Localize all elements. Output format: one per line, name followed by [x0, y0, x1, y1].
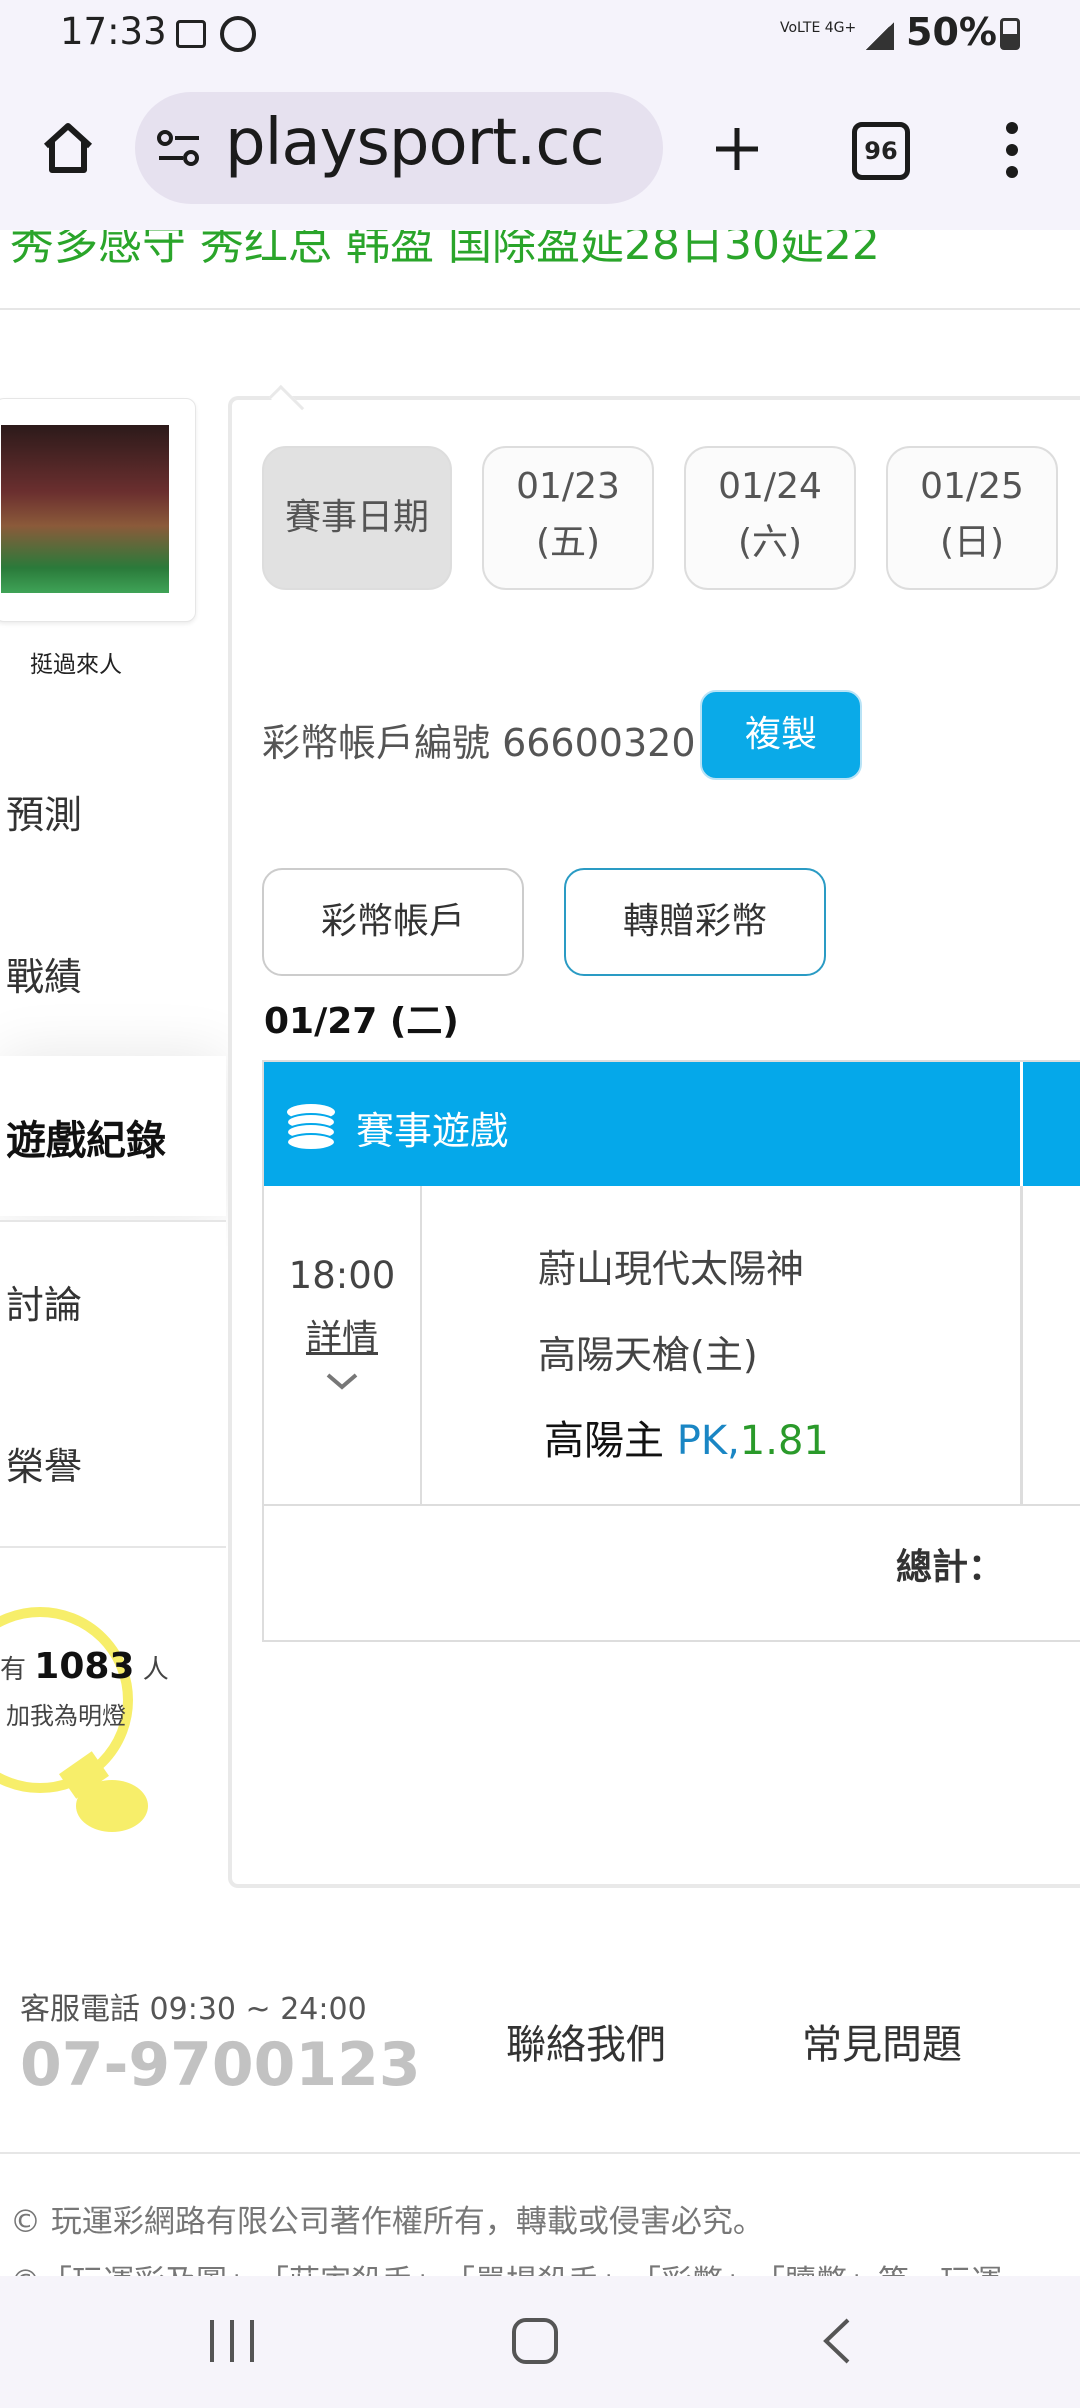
service-phone[interactable]: 07-9700123 — [20, 2030, 421, 2100]
sidebar-item-label: 榮譽 — [6, 1445, 83, 1489]
away-team: 蔚山現代太陽神 — [538, 1247, 805, 1291]
date-tab-0123[interactable]: 01/23 (五) — [482, 446, 654, 590]
time-cell: 18:00 詳情 — [264, 1186, 422, 1504]
sidebar-item-label: 遊戲紀錄 — [6, 1118, 166, 1164]
avatar — [1, 425, 169, 593]
service-hours: 客服電話 09:30 ~ 24:00 — [20, 1992, 367, 2027]
clock: 17:33 — [60, 10, 167, 53]
table-row: 18:00 詳情 蔚山現代太陽神 高陽天槍(主) 高陽主 PK,1.81 — [264, 1186, 1080, 1506]
chevron-down-icon[interactable] — [322, 1369, 362, 1393]
sidebar-item-record[interactable]: 戰績 — [0, 894, 226, 1058]
browser-toolbar: playsport.cc 96 — [0, 70, 1080, 231]
username: 挺過來人 — [30, 652, 122, 678]
news-marquee[interactable]: 秀多感守 秀红总 韩盈 国除盈延28日30延22 — [0, 230, 1080, 310]
tab-switcher-button[interactable]: 96 — [852, 122, 910, 180]
sidebar-item-label: 討論 — [6, 1283, 83, 1327]
battery-icon — [1000, 18, 1020, 50]
row-divider — [1020, 1186, 1023, 1504]
table-header: 賽事遊戲 — [264, 1062, 1080, 1186]
pick-type: PK, — [676, 1418, 740, 1464]
marquee-text: 秀多感守 秀红总 韩盈 国除盈延28日30延22 — [10, 230, 880, 270]
fans-suffix: 人 — [142, 1655, 169, 1685]
sidebar-item-discussion[interactable]: 討論 — [0, 1220, 226, 1386]
fans-prefix: 有 — [0, 1655, 27, 1685]
home-icon[interactable] — [38, 118, 98, 178]
footer-divider — [0, 2152, 1080, 2154]
contact-us-link[interactable]: 聯絡我們 — [506, 2012, 666, 2070]
sidebar-item-predictions[interactable]: 預測 — [0, 732, 226, 896]
address-bar[interactable]: playsport.cc — [135, 92, 663, 204]
url-text: playsport.cc — [225, 106, 605, 180]
back-icon[interactable] — [818, 2316, 854, 2366]
date-tab-0124[interactable]: 01/24 (六) — [684, 446, 856, 590]
new-tab-icon[interactable] — [712, 124, 762, 174]
copyright-text: © 玩運彩網路有限公司著作權所有，轉載或侵害必究。 — [10, 2204, 764, 2240]
fans-count-line: 有 1083 人 — [0, 1646, 169, 1687]
date-tab-label[interactable]: 賽事日期 — [262, 446, 452, 590]
header-divider — [1020, 1062, 1023, 1186]
selected-date: 01/27 (二) — [264, 1001, 459, 1042]
faq-link[interactable]: 常見問題 — [802, 2012, 962, 2070]
home-nav-icon[interactable] — [510, 2316, 560, 2366]
details-link[interactable]: 詳情 — [264, 1309, 420, 1361]
system-nav-bar — [0, 2276, 1080, 2408]
home-team: 高陽天槍(主) — [538, 1333, 758, 1377]
pick-odds: 1.81 — [739, 1418, 829, 1464]
total-label: 總計： — [895, 1547, 1004, 1588]
alarm-icon — [220, 16, 256, 52]
carousel-indicator — [14, 300, 174, 308]
sidebar-item-game-history[interactable]: 遊戲紀錄 — [0, 1056, 226, 1216]
site-settings-icon[interactable] — [155, 128, 203, 168]
battery-percent: 50% — [906, 10, 997, 54]
avatar-card[interactable] — [0, 398, 196, 622]
transfer-coins-button[interactable]: 轉贈彩幣 — [564, 868, 826, 976]
image-notification-icon — [176, 20, 206, 48]
sidebar-item-honors[interactable]: 榮譽 — [0, 1384, 226, 1548]
recents-icon[interactable] — [206, 2318, 258, 2364]
fans-subtitle: 加我為明燈 — [6, 1702, 126, 1730]
coins-icon — [286, 1104, 336, 1150]
copy-button[interactable]: 複製 — [700, 690, 862, 780]
network-signal-text: VoLTE 4G+ — [780, 20, 857, 36]
table-title: 賽事遊戲 — [356, 1109, 509, 1153]
game-table: 賽事遊戲 18:00 詳情 蔚山現代太陽神 高陽天槍(主) 高陽主 PK,1.8… — [262, 1060, 1080, 1642]
coin-account-button[interactable]: 彩幣帳戶 — [262, 868, 524, 976]
account-number: 彩幣帳戶編號 66600320 — [262, 721, 696, 765]
status-bar: 17:33 VoLTE 4G+ 50% — [0, 0, 1080, 70]
game-time: 18:00 — [288, 1254, 396, 1297]
sidebar-item-label: 戰績 — [6, 955, 83, 999]
pick-side: 高陽主 — [544, 1418, 664, 1464]
sidebar-item-label: 預測 — [6, 793, 83, 837]
more-menu-icon[interactable] — [1000, 120, 1024, 180]
pick-line: 高陽主 PK,1.81 — [544, 1408, 829, 1466]
signal-icon — [866, 22, 894, 50]
date-tab-0125[interactable]: 01/25 (日) — [886, 446, 1058, 590]
fans-count: 1083 — [34, 1646, 135, 1687]
